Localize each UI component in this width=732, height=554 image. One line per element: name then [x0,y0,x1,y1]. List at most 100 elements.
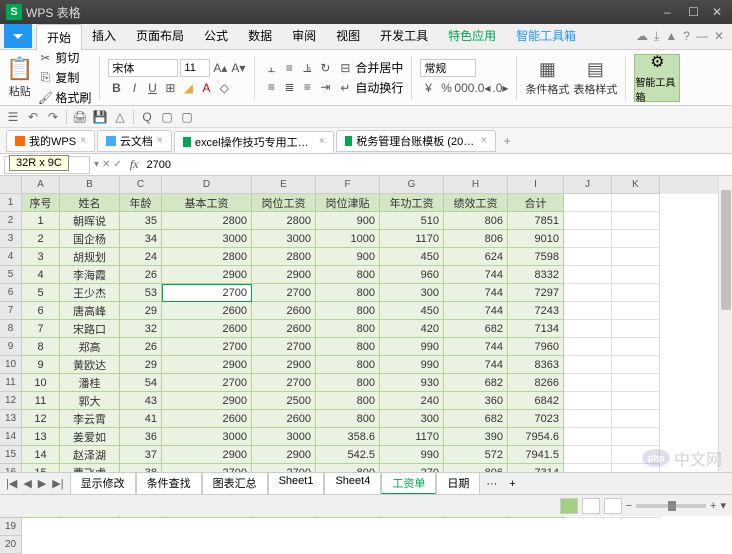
data-cell[interactable]: 7134 [508,320,564,338]
data-cell[interactable]: 8363 [508,356,564,374]
minimize-button[interactable]: – [664,5,678,19]
col-header[interactable]: D [162,176,252,194]
fx-button[interactable]: ✓ [113,159,121,170]
data-cell[interactable]: 2700 [162,284,252,302]
table-header-cell[interactable]: 序号 [22,194,60,212]
maximize-button[interactable]: ☐ [688,5,702,19]
spreadsheet-grid[interactable]: 1234567891011121314151617181920 ABCDEFGH… [0,176,732,518]
row-header[interactable]: 14 [0,428,22,446]
align-left-icon[interactable]: ≡ [263,79,279,95]
inc-decimal-icon[interactable]: .0◂ [474,80,490,96]
row-header[interactable]: 4 [0,248,22,266]
empty-cell[interactable] [612,356,660,374]
formatpainter-icon[interactable]: 🖌 [37,90,53,106]
data-cell[interactable]: 26 [120,338,162,356]
data-cell[interactable]: 9010 [508,230,564,248]
table-header-cell[interactable]: 姓名 [60,194,120,212]
data-cell[interactable]: 800 [316,356,380,374]
sheet-nav-button[interactable]: ◀ [21,477,33,490]
data-cell[interactable]: 郑高 [60,338,120,356]
condfmt-icon[interactable]: ▦ [539,59,556,80]
empty-cell[interactable] [564,392,612,410]
data-cell[interactable]: 806 [444,212,508,230]
data-cell[interactable]: 11 [22,392,60,410]
empty-cell[interactable] [564,194,612,212]
empty-cell[interactable] [564,230,612,248]
data-cell[interactable]: 8332 [508,266,564,284]
formatpainter-label[interactable]: 格式刷 [55,89,91,106]
data-cell[interactable]: 2900 [162,356,252,374]
menu-数据[interactable]: 数据 [238,23,282,50]
sheet-tab[interactable]: 图表汇总 [202,472,268,495]
data-cell[interactable]: 李云霄 [60,410,120,428]
qat-icon-5[interactable]: △ [113,110,127,124]
table-header-cell[interactable]: 年龄 [120,194,162,212]
data-cell[interactable]: 300 [380,284,444,302]
col-header[interactable]: I [508,176,564,194]
data-cell[interactable]: 黄欧达 [60,356,120,374]
empty-cell[interactable] [564,338,612,356]
fillcolor-icon[interactable]: ◢ [180,80,196,96]
data-cell[interactable]: 2 [22,230,60,248]
menu-视图[interactable]: 视图 [326,23,370,50]
col-header[interactable]: B [60,176,120,194]
tablefmt-icon[interactable]: ▤ [587,59,604,80]
empty-cell[interactable] [564,320,612,338]
data-cell[interactable]: 8266 [508,374,564,392]
row-header[interactable]: 20 [0,536,22,554]
data-cell[interactable]: 2800 [162,248,252,266]
smart-toolbox-button[interactable]: ⚙ 智能工具箱 [634,54,680,102]
data-cell[interactable]: 7297 [508,284,564,302]
table-header-cell[interactable]: 岗位工资 [252,194,316,212]
fx-button[interactable]: ✕ [102,159,110,170]
data-cell[interactable]: 1170 [380,230,444,248]
menu-智能工具箱[interactable]: 智能工具箱 [506,23,586,50]
sheet-tab[interactable]: 条件查找 [136,472,202,495]
empty-cell[interactable] [612,338,660,356]
col-header[interactable]: C [120,176,162,194]
data-cell[interactable]: 800 [316,338,380,356]
data-cell[interactable]: 36 [120,428,162,446]
qat-icon-3[interactable]: 🖨 [73,110,87,124]
data-cell[interactable]: 2900 [162,392,252,410]
data-cell[interactable]: 9 [22,356,60,374]
data-cell[interactable]: 744 [444,338,508,356]
data-cell[interactable]: 624 [444,248,508,266]
zoom-in-button[interactable]: + [710,500,716,512]
data-cell[interactable]: 3 [22,248,60,266]
data-cell[interactable]: 姜爱如 [60,428,120,446]
view-normal-button[interactable] [560,498,578,514]
data-cell[interactable]: 6 [22,302,60,320]
data-cell[interactable]: 7598 [508,248,564,266]
currency-icon[interactable]: ¥ [420,80,436,96]
data-cell[interactable]: 37 [120,446,162,464]
data-cell[interactable]: 李海霞 [60,266,120,284]
row-header[interactable]: 5 [0,266,22,284]
data-cell[interactable]: 3000 [252,428,316,446]
zoom-out-button[interactable]: − [626,500,632,512]
align-bottom-icon[interactable]: ⫡ [299,60,315,76]
add-sheet-button[interactable]: + [503,478,521,490]
row-header[interactable]: 12 [0,392,22,410]
data-cell[interactable]: 2600 [252,320,316,338]
empty-cell[interactable] [612,392,660,410]
data-cell[interactable]: 900 [316,212,380,230]
data-cell[interactable]: 800 [316,374,380,392]
data-cell[interactable]: 930 [380,374,444,392]
fontsize-selector[interactable]: 11 [180,59,210,77]
menu-extra-icon[interactable]: — [696,29,708,44]
data-cell[interactable]: 800 [316,410,380,428]
decrease-font-icon[interactable]: A▾ [230,60,246,76]
doc-tab[interactable]: 税务管理台账模板 (2016) (1).xlsx× [336,130,496,152]
menu-extra-icon[interactable]: ▲ [665,29,677,44]
sheet-tab[interactable]: 日期 [436,472,480,495]
data-cell[interactable]: 7851 [508,212,564,230]
tab-close-icon[interactable]: × [157,135,163,146]
data-cell[interactable]: 800 [316,284,380,302]
data-cell[interactable]: 7941.5 [508,446,564,464]
italic-icon[interactable]: I [126,80,142,96]
sheet-tab[interactable]: 显示修改 [70,472,136,495]
data-cell[interactable]: 2700 [162,338,252,356]
align-top-icon[interactable]: ⫠ [263,60,279,76]
vertical-scrollbar[interactable] [718,176,732,472]
